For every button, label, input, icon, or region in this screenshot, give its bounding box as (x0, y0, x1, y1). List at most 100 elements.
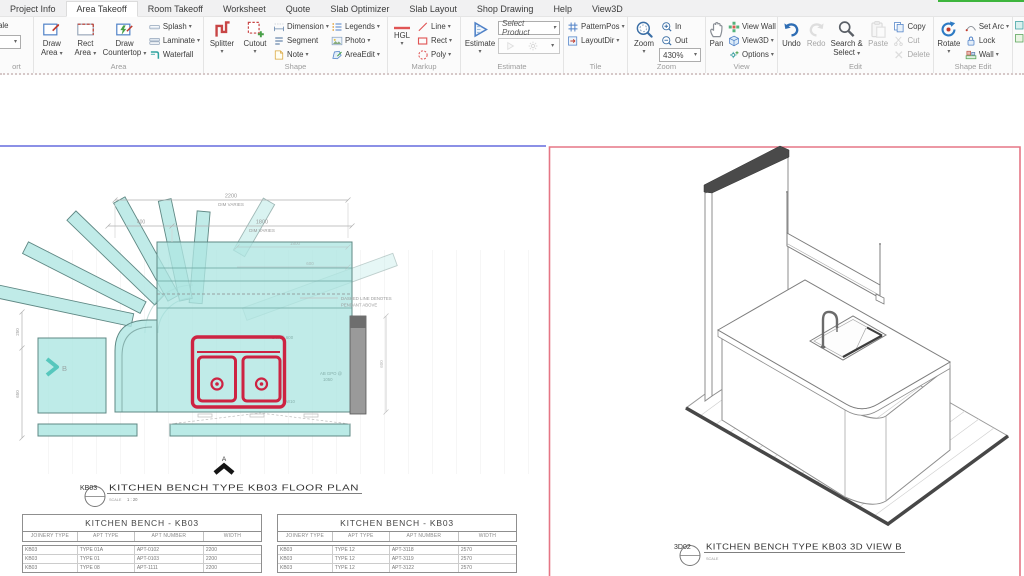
appliance-panel-dark[interactable] (350, 316, 366, 414)
wall-icon (965, 49, 977, 61)
cut-button[interactable]: Cut (891, 34, 932, 47)
set-arc-button[interactable]: Set Arc▾ (963, 20, 1011, 33)
poly-icon (417, 49, 429, 61)
tab-help[interactable]: Help (543, 2, 582, 16)
chevron-down-icon: ▾ (448, 24, 451, 30)
legends-icon (331, 21, 343, 33)
cut-scissors-icon (893, 35, 905, 47)
undo-button[interactable]: Undo (779, 19, 804, 49)
tab-room-takeoff[interactable]: Room Takeoff (138, 2, 213, 16)
tab-quote[interactable]: Quote (276, 2, 321, 16)
estimate-button[interactable]: Estimate ▾ (462, 19, 498, 55)
estimate-label: Estimate (465, 40, 495, 49)
splash-button[interactable]: Splash▾ (147, 20, 202, 33)
tab-slab-layout[interactable]: Slab Layout (399, 2, 467, 16)
rect-area-icon (76, 20, 95, 39)
splitter-icon (213, 20, 232, 39)
view3d-viewport[interactable]: 3D02 KITCHEN BENCH TYPE KB03 3D VIEW B S… (548, 77, 1024, 576)
bench-curved-return[interactable] (115, 320, 157, 412)
rect-area-button[interactable]: Rect Area ▾ (69, 19, 103, 57)
waterfall-label: Waterfall (163, 50, 193, 59)
ribbon-group-estimate: Estimate ▾ Select Product ▾ ▾ Estimate (461, 17, 564, 73)
pan-label: Pan (710, 40, 724, 49)
delete-icon (893, 49, 905, 61)
segment-button[interactable]: Segment (271, 34, 329, 47)
svg-text:A: A (222, 456, 227, 463)
ribbon-group-markup: HGL ▾ Line▾ Rect▾ Poly▾ Markup (388, 17, 461, 73)
options-button[interactable]: Options▾ (726, 48, 778, 61)
view3d-button[interactable]: View3D▾ (726, 34, 778, 47)
markup-rect-button[interactable]: Rect▾ (415, 34, 454, 47)
delete-button[interactable]: Delete (891, 48, 932, 61)
legends-button[interactable]: Legends▾ (329, 20, 385, 33)
rotate-label: Rotate (937, 40, 960, 49)
zoom-level-combo[interactable]: 430% ▾ (659, 48, 701, 62)
chevron-down-icon[interactable]: ▾ (551, 43, 554, 49)
zoom-magnifier-icon (635, 20, 654, 39)
svg-text:1800: 1800 (256, 220, 268, 226)
tab-worksheet[interactable]: Worksheet (213, 2, 276, 16)
run-estimate-icon[interactable] (504, 40, 516, 52)
markup-poly-button[interactable]: Poly▾ (415, 48, 454, 61)
photo-button[interactable]: Photo▾ (329, 34, 385, 47)
clipped-tool-icon[interactable] (1014, 33, 1024, 45)
rect-area-label: Rect Area (75, 39, 94, 57)
col-header: APT TYPE (333, 532, 390, 541)
dimension-button[interactable]: Dimension▾ (271, 20, 329, 33)
paste-button[interactable]: Paste (865, 19, 892, 49)
estimate-run-box: ▾ (498, 38, 560, 54)
floor-plan-viewport[interactable]: B 2200 DIM VARIES 400 1800 DIM VARIES 18… (0, 77, 548, 576)
cutout-button[interactable]: Cutout ▾ (239, 19, 271, 55)
tab-view3d[interactable]: View3D (582, 2, 633, 16)
pattern-pos-button[interactable]: PatternPos▾ (565, 20, 627, 33)
bench-main-area[interactable] (157, 242, 352, 412)
copy-label: Copy (907, 22, 925, 31)
lock-button[interactable]: Lock (963, 34, 1011, 47)
redo-button[interactable]: Redo (804, 19, 829, 49)
draw-countertop-button[interactable]: Draw Countertop ▾ (102, 19, 147, 57)
laminate-button[interactable]: Laminate▾ (147, 34, 202, 47)
tab-area-takeoff[interactable]: Area Takeoff (66, 1, 138, 17)
undo-label: Undo (782, 40, 801, 49)
select-product-combo[interactable]: Select Product ▾ (498, 21, 560, 35)
zoom-in-button[interactable]: In (659, 20, 701, 33)
tab-shop-drawing[interactable]: Shop Drawing (467, 2, 544, 16)
svg-text:1800: 1800 (290, 241, 301, 246)
zoom-in-label: In (675, 22, 682, 31)
group-label-estimate: Estimate (461, 62, 563, 73)
cell: KB03 (23, 555, 78, 563)
chevron-down-icon: ▾ (1006, 24, 1009, 30)
area-edit-button[interactable]: AreaEdit▾ (329, 48, 385, 61)
pan-button[interactable]: Pan (707, 19, 726, 49)
cut-label: Cut (907, 36, 919, 45)
wall-button[interactable]: Wall▾ (963, 48, 1011, 61)
rotate-button[interactable]: Rotate ▾ (935, 19, 963, 55)
scale-combo[interactable]: : 20 ▾ (0, 35, 21, 49)
splitter-button[interactable]: Splitter ▾ (205, 19, 239, 55)
tab-slab-optimizer[interactable]: Slab Optimizer (320, 2, 399, 16)
scale-button[interactable]: Scale (0, 19, 21, 32)
layout-dir-button[interactable]: LayoutDir▾ (565, 34, 627, 47)
search-select-button[interactable]: Search & Select ▾ (829, 19, 865, 57)
tab-project-info[interactable]: Project Info (0, 2, 66, 16)
dimension-icon (273, 21, 285, 33)
chevron-down-icon: ▾ (553, 25, 556, 31)
waterfall-button[interactable]: Waterfall (147, 48, 202, 61)
bench-front-strip-left[interactable] (38, 424, 137, 436)
chevron-down-icon: ▾ (400, 41, 403, 47)
clipped-tool-icon[interactable] (1014, 20, 1024, 32)
draw-area-button[interactable]: Draw Area ▾ (35, 19, 69, 57)
cell: 2570 (459, 555, 516, 563)
drawing-canvas[interactable]: B 2200 DIM VARIES 400 1800 DIM VARIES 18… (0, 77, 1024, 576)
chevron-down-icon: ▾ (60, 51, 63, 57)
zoom-button[interactable]: Zoom ▾ (629, 19, 659, 55)
view-wall-button[interactable]: View Wall (726, 20, 778, 33)
copy-button[interactable]: Copy (891, 20, 932, 33)
hgl-button[interactable]: HGL ▾ (389, 19, 415, 47)
note-button[interactable]: Note▾ (271, 48, 329, 61)
zoom-out-button[interactable]: Out (659, 34, 701, 47)
bench-front-strip-right[interactable] (170, 424, 350, 436)
cell: KB03 (23, 546, 78, 554)
markup-line-button[interactable]: Line▾ (415, 20, 454, 33)
estimate-settings-gear-icon[interactable] (527, 40, 539, 52)
